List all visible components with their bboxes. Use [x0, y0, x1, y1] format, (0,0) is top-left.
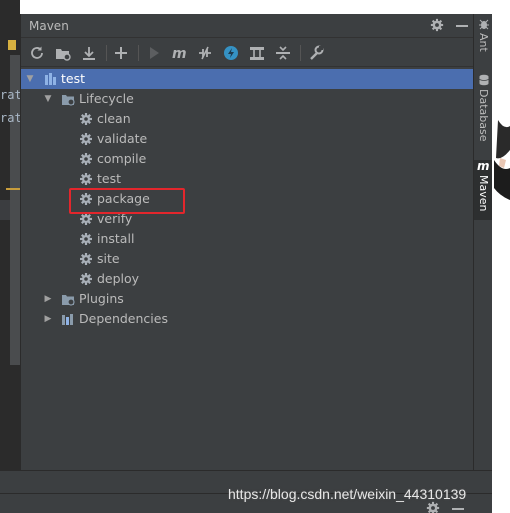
panel-title: Maven: [29, 19, 69, 33]
panel-header: Maven: [21, 14, 474, 38]
tree-row-goal[interactable]: deploy: [21, 269, 474, 289]
show-dependencies-icon[interactable]: [249, 45, 265, 61]
maven-project-icon: [45, 73, 56, 85]
tree-label-goal: test: [97, 171, 122, 186]
tree-row-goal[interactable]: install: [21, 229, 474, 249]
gear-icon: [80, 173, 92, 185]
bookmark-marker: [8, 40, 16, 50]
collapse-arrow-icon[interactable]: ▶: [43, 314, 53, 324]
maven-toolbar: m: [21, 39, 474, 67]
skip-tests-icon[interactable]: [223, 45, 239, 61]
svg-text:m: m: [477, 160, 490, 172]
editor-selection: [0, 200, 10, 220]
code-line: rat: [0, 111, 20, 125]
background-photo-edge: [492, 0, 510, 513]
tree-label-goal: install: [97, 231, 135, 246]
add-icon[interactable]: [113, 45, 129, 61]
plugins-folder-icon: [62, 295, 75, 306]
download-sources-icon[interactable]: [81, 45, 97, 61]
highlight-annotation-box: [69, 188, 185, 214]
gear-icon: [80, 273, 92, 285]
editor-strip: rat rat: [0, 0, 20, 470]
tab-label: Ant: [477, 33, 490, 52]
expand-arrow-icon[interactable]: ▼: [43, 94, 53, 104]
tree-label-goal: compile: [97, 151, 147, 166]
code-line: rat: [0, 88, 20, 102]
tree-label-plugins: Plugins: [79, 291, 124, 306]
tree-label-goal: clean: [97, 111, 131, 126]
collapse-arrow-icon[interactable]: ▶: [43, 294, 53, 304]
run-icon[interactable]: [146, 45, 162, 61]
watermark-text: https://blog.csdn.net/weixin_44310139: [228, 486, 467, 502]
tree-label-goal: site: [97, 251, 120, 266]
lifecycle-folder-icon: [62, 95, 75, 106]
tab-label: Maven: [477, 175, 490, 212]
toolbar-separator: [106, 45, 107, 61]
tree-row-dependencies[interactable]: ▶ Dependencies: [21, 309, 474, 329]
tree-label-goal: deploy: [97, 271, 140, 286]
gear-icon[interactable]: [426, 501, 440, 513]
gear-icon: [80, 253, 92, 265]
tree-row-goal[interactable]: compile: [21, 149, 474, 169]
expand-arrow-icon[interactable]: ▼: [25, 74, 35, 84]
maven-icon: m: [477, 160, 490, 172]
tab-ant[interactable]: Ant: [474, 18, 493, 74]
toolbar-separator: [138, 45, 139, 61]
toggle-offline-icon[interactable]: [197, 45, 213, 61]
tree-row-project[interactable]: ▼ test: [21, 69, 474, 89]
tab-label: Database: [477, 89, 490, 142]
tree-label-project: test: [61, 71, 86, 86]
reload-icon[interactable]: [29, 45, 45, 61]
gear-icon: [80, 233, 92, 245]
dependencies-icon: [62, 314, 73, 325]
collapse-all-icon[interactable]: [275, 45, 291, 61]
minimize-icon[interactable]: [452, 508, 464, 510]
execute-maven-goal-icon[interactable]: m: [171, 45, 187, 61]
right-tool-strip: Ant Database m Maven: [473, 14, 493, 470]
minimize-icon[interactable]: [456, 25, 468, 27]
tab-maven[interactable]: m Maven: [474, 160, 493, 220]
tree-row-goal[interactable]: clean: [21, 109, 474, 129]
tree-label-lifecycle: Lifecycle: [79, 91, 134, 106]
gear-icon: [80, 153, 92, 165]
gear-icon: [80, 133, 92, 145]
gear-icon: [80, 113, 92, 125]
tree-label-dependencies: Dependencies: [79, 311, 168, 326]
tree-row-lifecycle[interactable]: ▼ Lifecycle: [21, 89, 474, 109]
tree-row-goal[interactable]: test: [21, 169, 474, 189]
database-icon: [478, 74, 489, 86]
ant-icon: [478, 19, 489, 30]
tree-label-goal: validate: [97, 131, 148, 146]
tab-database[interactable]: Database: [474, 74, 493, 160]
maven-tool-window: Maven m ▼ test ▼ Lifecycle clean validat…: [20, 14, 474, 470]
settings-wrench-icon[interactable]: [308, 45, 324, 61]
add-maven-projects-icon[interactable]: [55, 45, 71, 61]
gear-icon: [80, 213, 92, 225]
caret-line: [6, 188, 20, 190]
tree-row-plugins[interactable]: ▶ Plugins: [21, 289, 474, 309]
tree-row-goal[interactable]: validate: [21, 129, 474, 149]
gear-icon[interactable]: [430, 18, 444, 32]
svg-text:m: m: [172, 46, 187, 61]
toolbar-separator: [300, 45, 301, 61]
tree-row-goal[interactable]: site: [21, 249, 474, 269]
